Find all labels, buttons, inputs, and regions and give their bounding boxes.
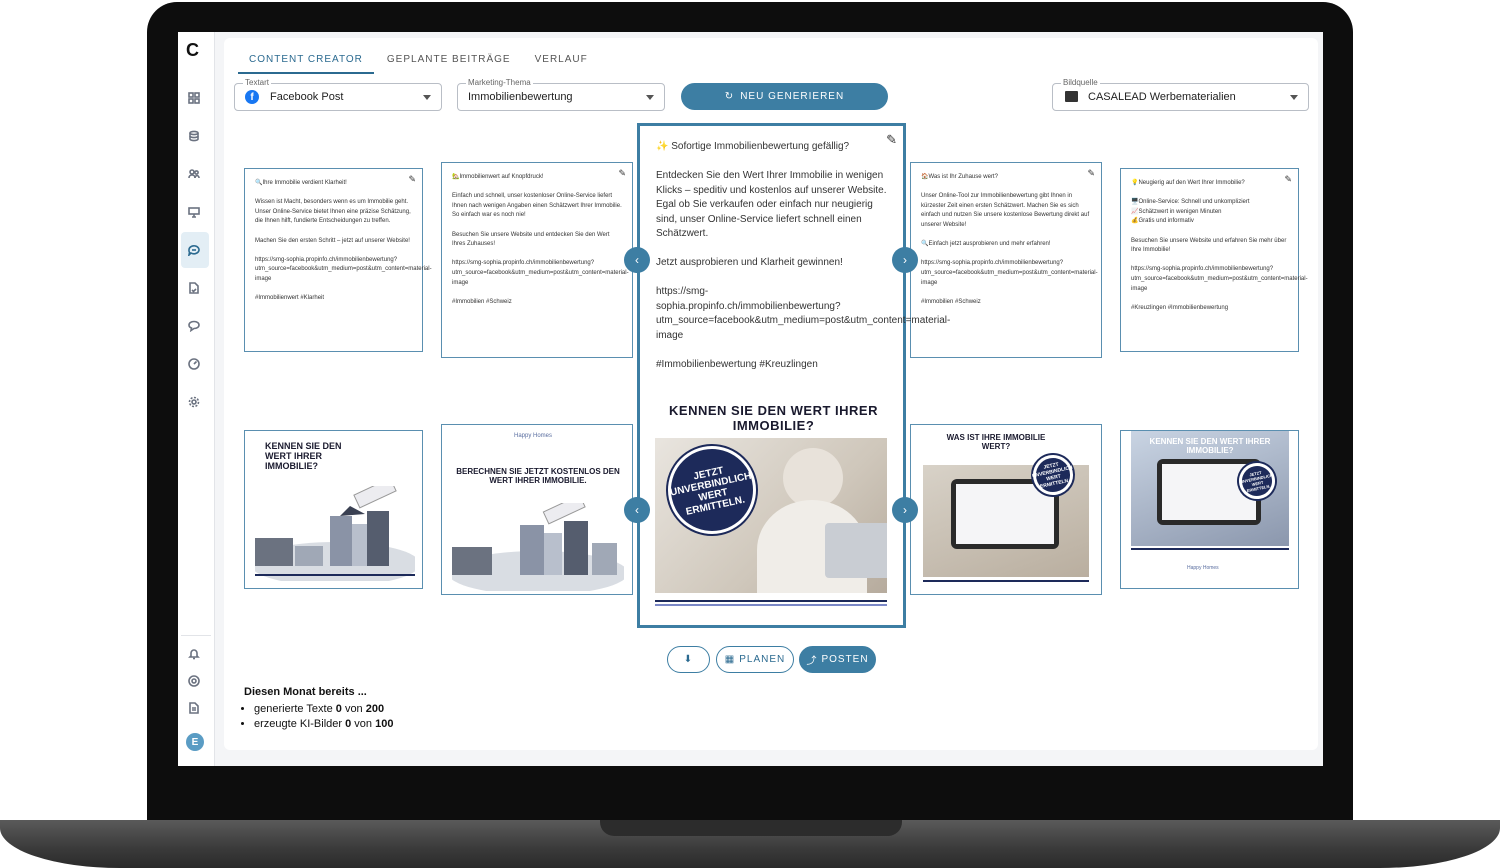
- image-stripe: [655, 600, 887, 602]
- textart-label: Textart: [243, 78, 272, 87]
- tab-content-creator[interactable]: CONTENT CREATOR: [238, 44, 374, 74]
- stats-heading: Diesen Monat bereits ...: [244, 686, 367, 698]
- regenerate-label: NEU GENERIEREN: [740, 91, 845, 102]
- post-text: ✨ Sofortige Immobilienbewertung gefällig…: [656, 141, 951, 370]
- image-card-title: BERECHNEN SIE JETZT KOSTENLOS DEN WERT I…: [456, 467, 620, 485]
- image-card[interactable]: KENNEN SIE DEN WERT IHRER IMMOBILIE?: [244, 430, 423, 589]
- chevron-right-icon: ›: [903, 503, 907, 517]
- edit-icon[interactable]: ✎: [1087, 168, 1095, 179]
- textart-value: Facebook Post: [270, 91, 344, 103]
- download-icon: ⬇: [683, 654, 694, 665]
- tab-verlauf[interactable]: VERLAUF: [524, 44, 599, 74]
- bildquelle-value: CASALEAD Werbematerialien: [1088, 91, 1236, 103]
- city-illustration: [452, 503, 624, 591]
- post-text: 💡Neugierig auf den Wert Ihrer Immobilie?…: [1131, 180, 1308, 311]
- gauge-icon[interactable]: [184, 354, 204, 374]
- download-button[interactable]: ⬇: [667, 646, 710, 673]
- tablet-screen: [956, 484, 1054, 544]
- laptop-notch: [600, 820, 902, 836]
- tab-geplante-beitraege[interactable]: GEPLANTE BEITRÄGE: [376, 44, 522, 74]
- usage-stats: Diesen Monat bereits ... generierte Text…: [244, 686, 393, 733]
- bildquelle-select[interactable]: Bildquelle CASALEAD Werbematerialien: [1052, 78, 1309, 111]
- post-button[interactable]: ⤴ POSTEN: [799, 646, 876, 673]
- users-icon[interactable]: [184, 164, 204, 184]
- settings-icon[interactable]: [184, 392, 204, 412]
- photo-head: [783, 448, 843, 508]
- post-text: 🏠Was ist Ihr Zuhause wert? Unser Online-…: [921, 174, 1098, 305]
- share-icon: ⤴: [806, 656, 818, 667]
- sidebar-divider: [181, 635, 211, 636]
- image-stripe: [923, 580, 1089, 582]
- text-card[interactable]: ✎ 💡Neugierig auf den Wert Ihrer Immobili…: [1120, 168, 1308, 352]
- dashboard-icon[interactable]: [184, 88, 204, 108]
- brand-label: Happy Homes: [1187, 565, 1219, 571]
- chat-ai-icon[interactable]: [184, 240, 204, 260]
- plan-button[interactable]: ▦ PLANEN: [716, 646, 794, 673]
- calendar-icon: ▦: [724, 654, 736, 665]
- city-illustration: [255, 486, 415, 581]
- chevron-right-icon: ›: [903, 253, 907, 267]
- edit-icon[interactable]: ✎: [1284, 174, 1292, 185]
- sidebar: C E: [178, 32, 215, 766]
- tab-bar: CONTENT CREATOR GEPLANTE BEITRÄGE VERLAU…: [238, 44, 601, 74]
- image-headline: KENNEN SIE DEN WERT IHRER IMMOBILIE?: [669, 403, 878, 433]
- help-icon[interactable]: [184, 671, 204, 691]
- refresh-icon: ↻: [724, 91, 735, 102]
- image-card[interactable]: Happy Homes BERECHNEN SIE JETZT KOSTENLO…: [441, 424, 633, 595]
- marketing-thema-value: Immobilienbewertung: [468, 91, 573, 103]
- image-stripe: [1131, 548, 1289, 550]
- file-icon[interactable]: [184, 698, 204, 718]
- post-label: POSTEN: [821, 654, 869, 665]
- stats-texts: generierte Texte 0 von 200: [254, 703, 393, 715]
- featured-post-card[interactable]: ✎ ✨ Sofortige Immobilienbewertung gefäll…: [637, 123, 951, 628]
- textart-select[interactable]: Textart f Facebook Post: [234, 78, 442, 111]
- image-card[interactable]: KENNEN SIE DEN WERT IHRER IMMOBILIE? JET…: [1120, 430, 1299, 589]
- image-icon: [1065, 91, 1078, 102]
- chevron-down-icon: [1290, 95, 1298, 100]
- edit-icon[interactable]: ✎: [408, 174, 416, 185]
- edit-icon[interactable]: ✎: [618, 168, 626, 179]
- main-panel: CONTENT CREATOR GEPLANTE BEITRÄGE VERLAU…: [224, 38, 1318, 750]
- plan-label: PLANEN: [739, 654, 786, 665]
- text-card[interactable]: ✎ 🔍Ihre Immobilie verdient Klarheit! Wis…: [244, 168, 432, 352]
- image-card-title: KENNEN SIE DEN WERT IHRER IMMOBILIE?: [265, 441, 342, 471]
- text-card[interactable]: ✎ 🏡Immobilienwert auf Knopfdruck! Einfac…: [441, 162, 633, 358]
- facebook-icon: f: [245, 90, 259, 104]
- carousel-prev-text-button[interactable]: ‹: [624, 247, 650, 273]
- database-icon[interactable]: [184, 126, 204, 146]
- image-stripe: [655, 604, 887, 606]
- marketing-thema-label: Marketing-Thema: [466, 78, 533, 87]
- bildquelle-label: Bildquelle: [1061, 78, 1100, 87]
- bell-icon[interactable]: [184, 644, 204, 664]
- image-card[interactable]: WAS IST IHRE IMMOBILIE WERT? JETZT UNVER…: [910, 424, 1102, 595]
- app-logo[interactable]: C: [186, 40, 199, 61]
- chevron-down-icon: [646, 95, 654, 100]
- marketing-thema-select[interactable]: Marketing-Thema Immobilienbewertung: [457, 78, 665, 111]
- carousel-next-image-button[interactable]: ›: [892, 497, 918, 523]
- avatar[interactable]: E: [186, 733, 204, 751]
- chevron-down-icon: [423, 95, 431, 100]
- chevron-left-icon: ‹: [635, 503, 639, 517]
- brand-label: Happy Homes: [514, 433, 553, 439]
- text-card[interactable]: ✎ 🏠Was ist Ihr Zuhause wert? Unser Onlin…: [910, 162, 1102, 358]
- photo-laptop: [825, 523, 887, 578]
- document-check-icon[interactable]: [184, 278, 204, 298]
- feedback-icon[interactable]: [184, 316, 204, 336]
- regenerate-button[interactable]: ↻ NEU GENERIEREN: [681, 83, 888, 110]
- image-card-title: KENNEN SIE DEN WERT IHRER IMMOBILIE?: [1149, 437, 1271, 455]
- edit-icon[interactable]: ✎: [886, 132, 897, 148]
- post-text: 🔍Ihre Immobilie verdient Klarheit! Wisse…: [255, 180, 432, 302]
- stats-images: erzeugte KI-Bilder 0 von 100: [254, 718, 393, 730]
- post-text: 🏡Immobilienwert auf Knopfdruck! Einfach …: [452, 174, 629, 305]
- carousel-next-text-button[interactable]: ›: [892, 247, 918, 273]
- app-screen: C E CONTENT CREATOR GEPLANTE BEITRÄGE VE…: [178, 32, 1323, 766]
- monitor-icon[interactable]: [184, 202, 204, 222]
- carousel-prev-image-button[interactable]: ‹: [624, 497, 650, 523]
- chevron-left-icon: ‹: [635, 253, 639, 267]
- image-card-title: WAS IST IHRE IMMOBILIE WERT?: [946, 433, 1046, 451]
